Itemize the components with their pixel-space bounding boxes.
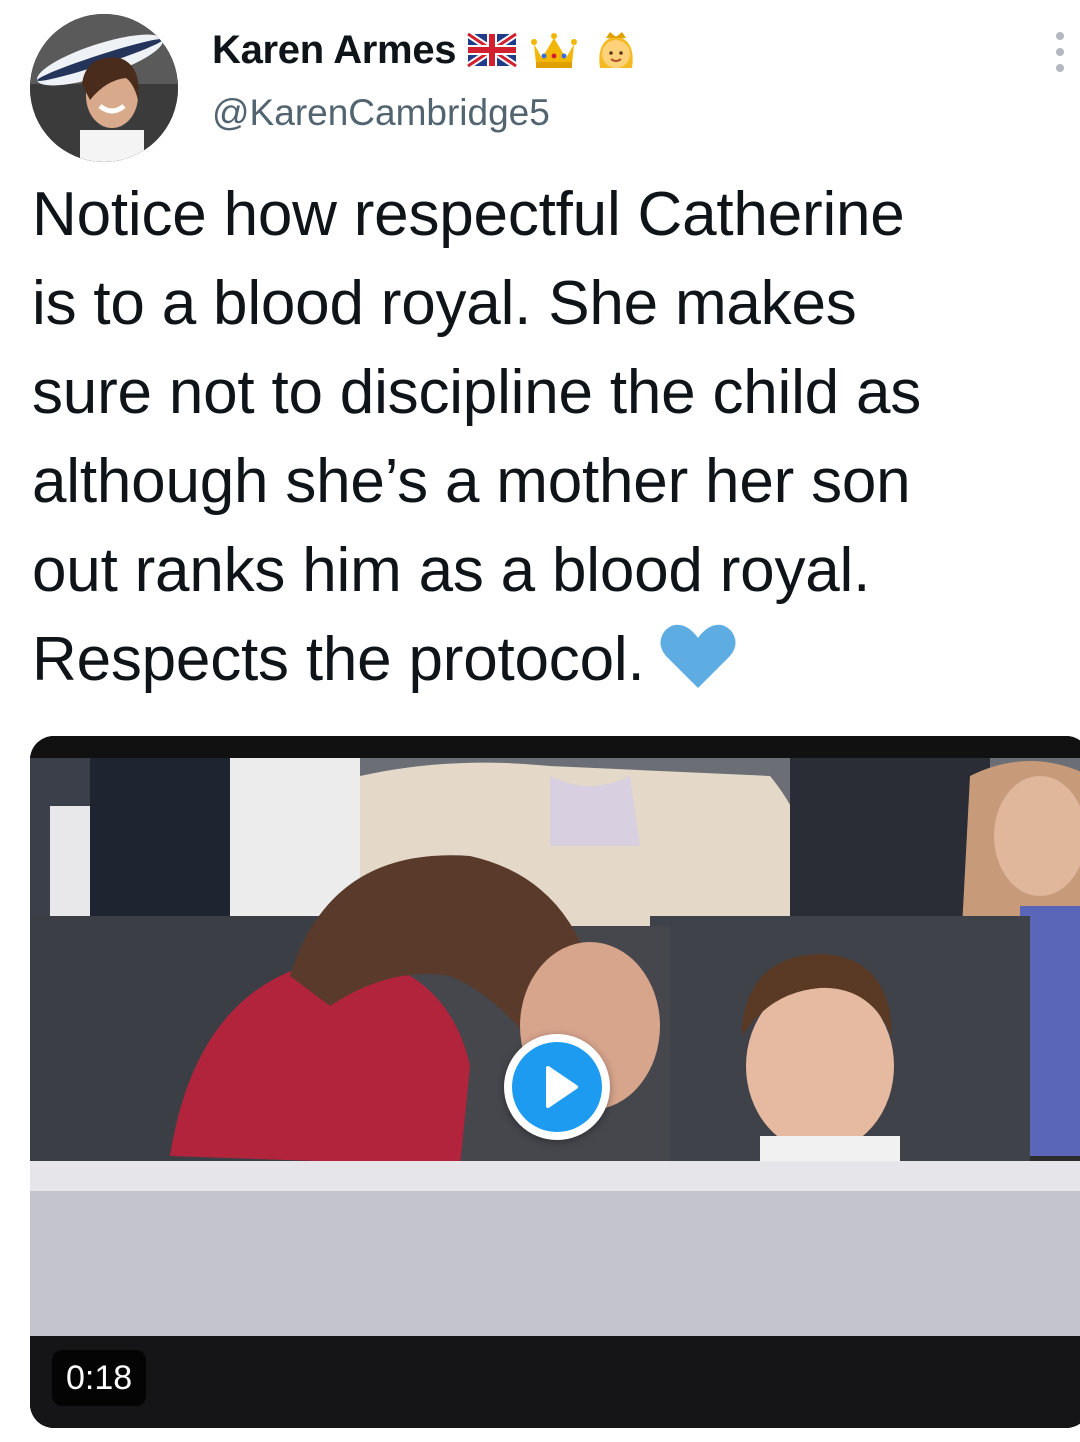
video-duration-badge: 0:18 bbox=[52, 1350, 147, 1406]
name-row: Karen Armes bbox=[212, 22, 642, 78]
tweet-text-line: Notice how respectful Catherine bbox=[32, 180, 905, 249]
avatar-image bbox=[30, 14, 178, 162]
princess-icon bbox=[590, 28, 642, 72]
play-button[interactable] bbox=[504, 1034, 610, 1140]
tweet-text-line: although she’s a mother her son bbox=[32, 447, 911, 516]
uk-flag-icon bbox=[466, 28, 519, 72]
tweet-text-line-last: Respects the protocol. bbox=[32, 615, 1062, 704]
tweet-text: Notice how respectful Catherine is to a … bbox=[32, 170, 1062, 704]
tweet-text-line: sure not to discipline the child as bbox=[32, 358, 922, 427]
crown-icon bbox=[528, 28, 580, 72]
tweet-text-line: is to a blood royal. She makes bbox=[32, 269, 857, 338]
blue-heart-icon bbox=[658, 622, 738, 690]
tweet-text-line: Respects the protocol. bbox=[32, 625, 645, 694]
play-icon bbox=[512, 1042, 602, 1132]
avatar[interactable] bbox=[30, 14, 178, 162]
tweet-text-line: out ranks him as a blood royal. bbox=[32, 536, 871, 605]
video-player[interactable]: 0:18 bbox=[30, 736, 1080, 1428]
user-handle[interactable]: @KarenCambridge5 bbox=[212, 92, 550, 134]
display-name[interactable]: Karen Armes bbox=[212, 28, 457, 73]
more-options-icon[interactable] bbox=[1052, 32, 1068, 72]
